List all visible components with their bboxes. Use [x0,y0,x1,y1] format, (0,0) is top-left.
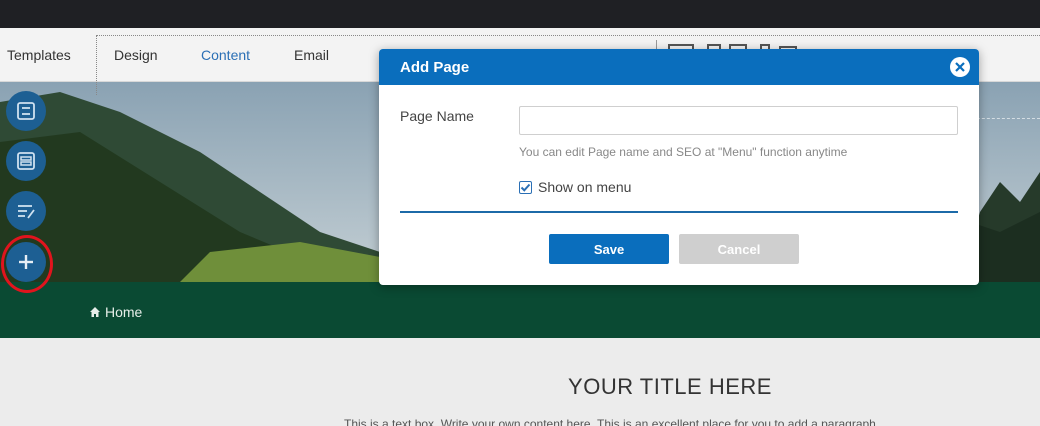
nav-home-label: Home [105,304,143,320]
dialog-title: Add Page [400,59,470,76]
cancel-button[interactable]: Cancel [679,234,799,264]
dialog-close-button[interactable] [950,57,970,77]
show-on-menu-label: Show on menu [538,179,632,195]
site-nav-bar: Home [0,282,1040,338]
form-icon [17,102,35,120]
sidebar-edit-list-button[interactable] [6,191,46,231]
page-name-hint: You can edit Page name and SEO at "Menu"… [519,145,848,159]
show-on-menu-checkbox[interactable] [519,180,532,194]
layout-icon [17,152,35,170]
nav-home-link[interactable]: Home [89,304,142,320]
page-body-text[interactable]: This is a text box. Write your own conte… [344,417,876,426]
show-on-menu-row[interactable]: Show on menu [519,179,631,195]
page-name-label: Page Name [400,108,474,124]
page-name-input[interactable] [519,106,958,135]
page-title-heading[interactable]: YOUR TITLE HERE [0,374,1040,400]
dialog-divider [400,211,958,213]
dialog-header: Add Page [379,49,979,85]
edit-list-icon [18,205,35,219]
add-page-dialog: Add Page Page Name You can edit Page nam… [379,49,979,285]
save-button[interactable]: Save [549,234,669,264]
close-icon [955,62,965,72]
sidebar-form-button[interactable] [6,91,46,131]
menu-item-templates[interactable]: Templates [7,47,71,63]
checkmark-icon [520,183,531,192]
highlight-circle [1,235,53,293]
sidebar-layout-button[interactable] [6,141,46,181]
home-icon [90,307,100,317]
top-black-bar [0,0,1040,28]
